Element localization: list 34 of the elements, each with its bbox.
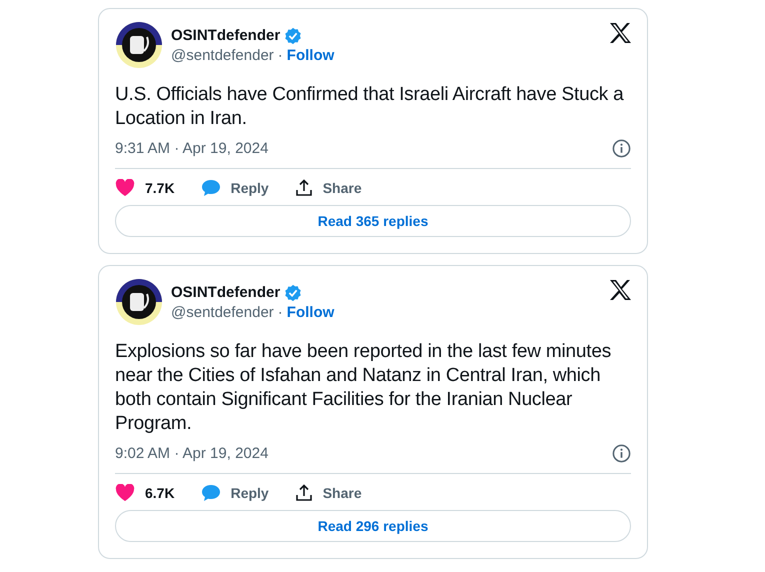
share-icon [294, 179, 313, 197]
read-replies-button[interactable]: Read 365 replies [115, 205, 631, 237]
verified-badge-icon [284, 284, 302, 302]
separator-dot: · [278, 46, 283, 64]
avatar-icon[interactable] [115, 21, 163, 69]
avatar-icon[interactable] [115, 278, 163, 326]
like-count[interactable]: 6.7K [145, 485, 175, 501]
reply-button[interactable]: Reply [200, 179, 269, 197]
speech-bubble-icon [200, 179, 221, 197]
share-icon [294, 484, 313, 502]
info-icon[interactable] [612, 444, 631, 463]
post-text: Explosions so far have been reported in the last few minutes near the Cities of Isfahan and Natanz in Central Iran, which both contain Significant Facilities for the Iranian Nuclear Program. [115, 340, 612, 436]
author-name[interactable]: OSINTdefender [171, 27, 280, 44]
verified-badge-icon [284, 26, 302, 44]
read-replies-button[interactable]: Read 296 replies [115, 510, 631, 542]
author-name[interactable]: OSINTdefender [171, 284, 280, 301]
x-logo-icon[interactable] [609, 280, 631, 300]
post-timestamp[interactable]: 9:31 AM · Apr 19, 2024 [115, 140, 268, 157]
heart-icon[interactable] [115, 484, 135, 502]
author-handle: @sentdefender [171, 304, 274, 320]
author-handle: @sentdefender [171, 46, 274, 64]
post-text: U.S. Officials have Confirmed that Israeli Aircraft have Stuck a Location in Iran. [115, 83, 625, 131]
speech-bubble-icon [200, 484, 221, 502]
follow-link[interactable]: Follow [286, 46, 334, 64]
heart-icon[interactable] [115, 179, 135, 197]
info-icon[interactable] [612, 139, 631, 158]
x-logo-icon[interactable] [609, 23, 631, 43]
separator-dot: · [278, 304, 283, 320]
share-button[interactable]: Share [294, 179, 362, 197]
post-timestamp[interactable]: 9:02 AM · Apr 19, 2024 [115, 445, 268, 462]
reply-button[interactable]: Reply [200, 484, 269, 502]
follow-link[interactable]: Follow [286, 304, 334, 320]
share-button[interactable]: Share [294, 484, 362, 502]
like-count[interactable]: 7.7K [145, 180, 175, 196]
